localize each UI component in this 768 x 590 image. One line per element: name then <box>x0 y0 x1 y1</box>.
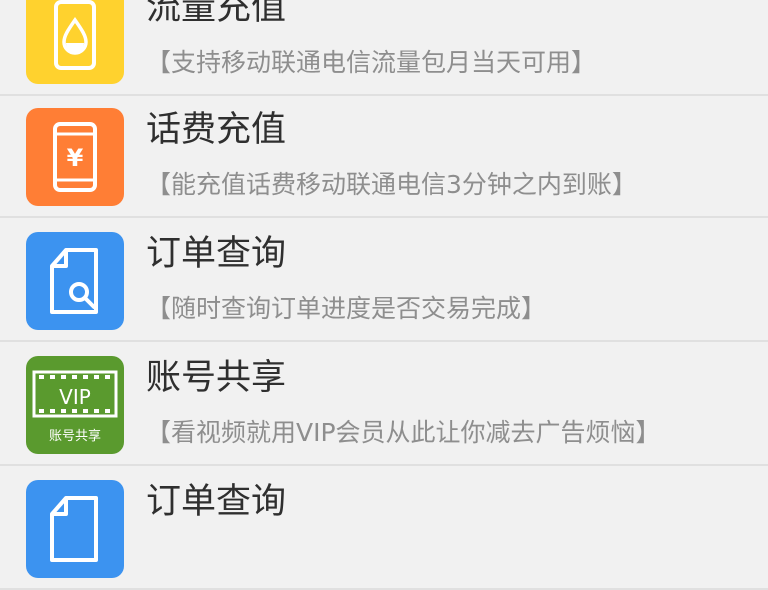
item-title: 订单查询 <box>146 482 287 522</box>
order-search-icon <box>26 232 124 330</box>
list-item-vip-account-share[interactable]: VIP 账号共享 账号共享 【看视频就用VIP会员从此让你减去广告烦恼】 <box>0 344 768 466</box>
svg-text:¥: ¥ <box>67 144 84 172</box>
item-description: 【支持移动联通电信流量包月当天可用】 <box>146 48 597 77</box>
item-title: 账号共享 <box>146 358 287 398</box>
item-description: 【能充值话费移动联通电信3分钟之内到账】 <box>146 170 637 199</box>
item-title: 话费充值 <box>146 110 287 150</box>
list-item-order-search[interactable]: 订单查询 【随时查询订单进度是否交易完成】 <box>0 220 768 342</box>
item-title: 流量充值 <box>146 0 287 28</box>
vip-icon-text: VIP <box>59 385 91 409</box>
phone-bill-recharge-icon: ¥ <box>26 108 124 206</box>
item-description: 【看视频就用VIP会员从此让你减去广告烦恼】 <box>146 418 661 447</box>
item-title: 订单查询 <box>146 234 287 274</box>
list-item-phone-bill-recharge[interactable]: ¥ 话费充值 【能充值话费移动联通电信3分钟之内到账】 <box>0 96 768 218</box>
item-description: 【随时查询订单进度是否交易完成】 <box>146 294 547 323</box>
list-item-order-search-2[interactable]: 订单查询 <box>0 468 768 590</box>
list-item-traffic-recharge[interactable]: 流量充值 【支持移动联通电信流量包月当天可用】 <box>0 0 768 96</box>
vip-icon-caption: 账号共享 <box>49 428 101 444</box>
order-search-icon <box>26 480 124 578</box>
traffic-recharge-icon <box>26 0 124 84</box>
vip-account-share-icon: VIP 账号共享 <box>26 356 124 454</box>
service-list: 流量充值 【支持移动联通电信流量包月当天可用】 ¥ 话费充值 【能充值话费移动联… <box>0 0 768 590</box>
